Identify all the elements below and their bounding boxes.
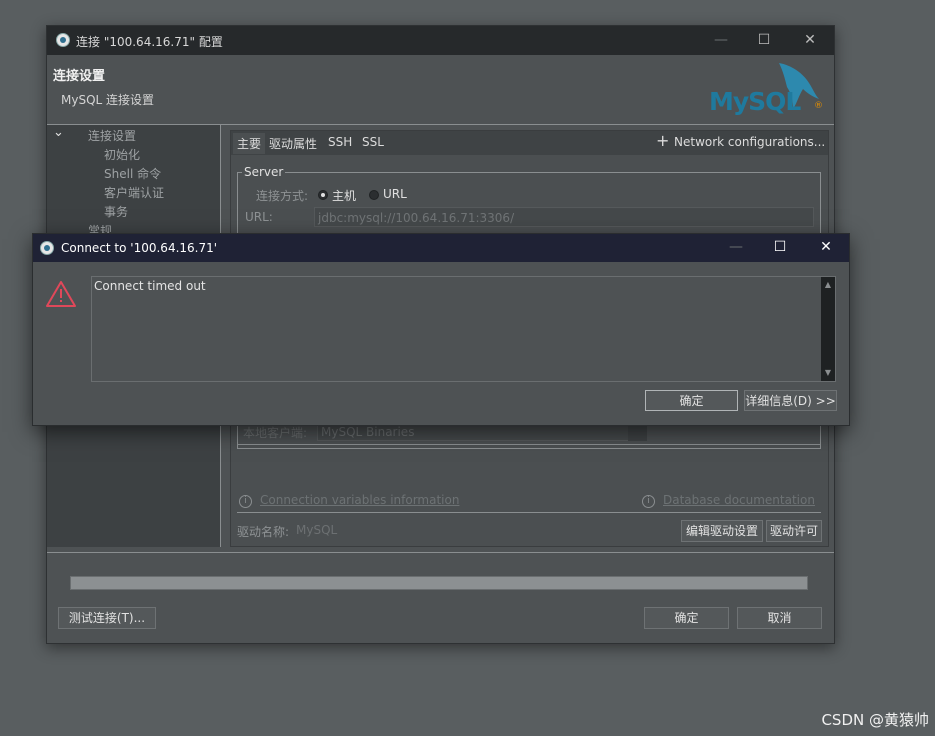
tab-bar: 主要 驱动属性 SSH SSL + Network configurations… [231,131,828,155]
host-radio-label: 主机 [332,189,357,203]
tab-driver-properties[interactable]: 驱动属性 [269,135,317,152]
page-subtitle: MySQL 连接设置 [61,93,155,107]
footer-divider [47,552,834,553]
ok-button[interactable]: 确定 [644,607,729,629]
url-input[interactable]: jdbc:mysql://100.64.16.71:3306/ [314,207,814,227]
test-connection-button[interactable]: 测试连接(T)... [58,607,156,629]
divider [237,512,821,513]
nav-item-shell-commands[interactable]: Shell 命令 [104,165,161,182]
dialog-ok-button[interactable]: 确定 [645,390,738,411]
connect-error-dialog: Connect to '100.64.16.71' — ☐ ✕ Connect … [32,233,850,426]
host-radio[interactable] [318,190,328,200]
close-icon[interactable]: ✕ [818,240,834,254]
scroll-down-icon[interactable]: ▼ [821,368,835,378]
mysql-logo: MySQL ® [707,59,827,121]
connect-method-label: 连接方式: [256,189,309,203]
plus-icon: + [656,131,670,150]
dialog-title: Connect to '100.64.16.71' [61,241,218,255]
tab-ssl[interactable]: SSL [362,135,384,149]
maximize-icon[interactable]: ☐ [756,33,772,47]
nav-item-transactions[interactable]: 事务 [104,203,128,220]
scroll-up-icon[interactable]: ▲ [821,280,835,290]
registered-mark: ® [814,101,823,111]
tab-ssh[interactable]: SSH [328,135,352,149]
url-radio-label: URL [383,187,407,201]
maximize-icon[interactable]: ☐ [772,240,788,254]
info-icon: i [642,495,655,508]
minimize-icon[interactable]: — [728,240,744,254]
nav-item-client-auth[interactable]: 客户端认证 [104,184,164,201]
window-title: 连接 "100.64.16.71" 配置 [76,35,223,49]
url-radio[interactable] [369,190,379,200]
dbeaver-app-icon [40,241,54,255]
driver-license-button[interactable]: 驱动许可 [766,520,822,542]
driver-name-label: 驱动名称: [237,525,290,539]
error-message-text: Connect timed out [94,279,206,293]
url-label: URL: [245,210,273,224]
error-message-area: Connect timed out ▲ ▼ [91,276,836,382]
database-documentation-link[interactable]: Database documentation [663,493,815,507]
edit-driver-settings-button[interactable]: 编辑驱动设置 [681,520,763,542]
cancel-button[interactable]: 取消 [737,607,822,629]
driver-name-value: MySQL [296,523,338,537]
message-scrollbar[interactable]: ▲ ▼ [821,277,835,381]
local-client-label: 本地客户端: [243,426,308,440]
dialog-titlebar: Connect to '100.64.16.71' — ☐ ✕ [33,234,849,262]
details-button[interactable]: 详细信息(D) >> [744,390,837,411]
progress-fill [71,577,807,589]
dbeaver-app-icon [56,33,70,47]
connection-progress-bar [70,576,808,590]
nav-item-connection-settings[interactable]: 连接设置 [88,127,136,144]
connection-variables-link[interactable]: Connection variables information [260,493,459,507]
tab-main[interactable]: 主要 [233,133,266,154]
settings-header: 连接设置 MySQL 连接设置 MySQL ® [47,55,834,125]
warning-icon [45,280,77,311]
server-group-legend: Server [244,165,284,179]
window-titlebar: 连接 "100.64.16.71" 配置 — ☐ ✕ [47,26,834,55]
info-icon: i [239,495,252,508]
nav-item-init[interactable]: 初始化 [104,146,140,163]
watermark-text: CSDN @黄猿帅 [821,711,929,729]
mysql-logo-text: MySQL [709,87,801,116]
close-icon[interactable]: ✕ [802,33,818,47]
minimize-icon[interactable]: — [713,33,729,47]
chevron-down-icon[interactable]: ⌄ [53,125,64,140]
page-title: 连接设置 [53,69,106,84]
network-configurations-button[interactable]: Network configurations... [674,135,825,149]
